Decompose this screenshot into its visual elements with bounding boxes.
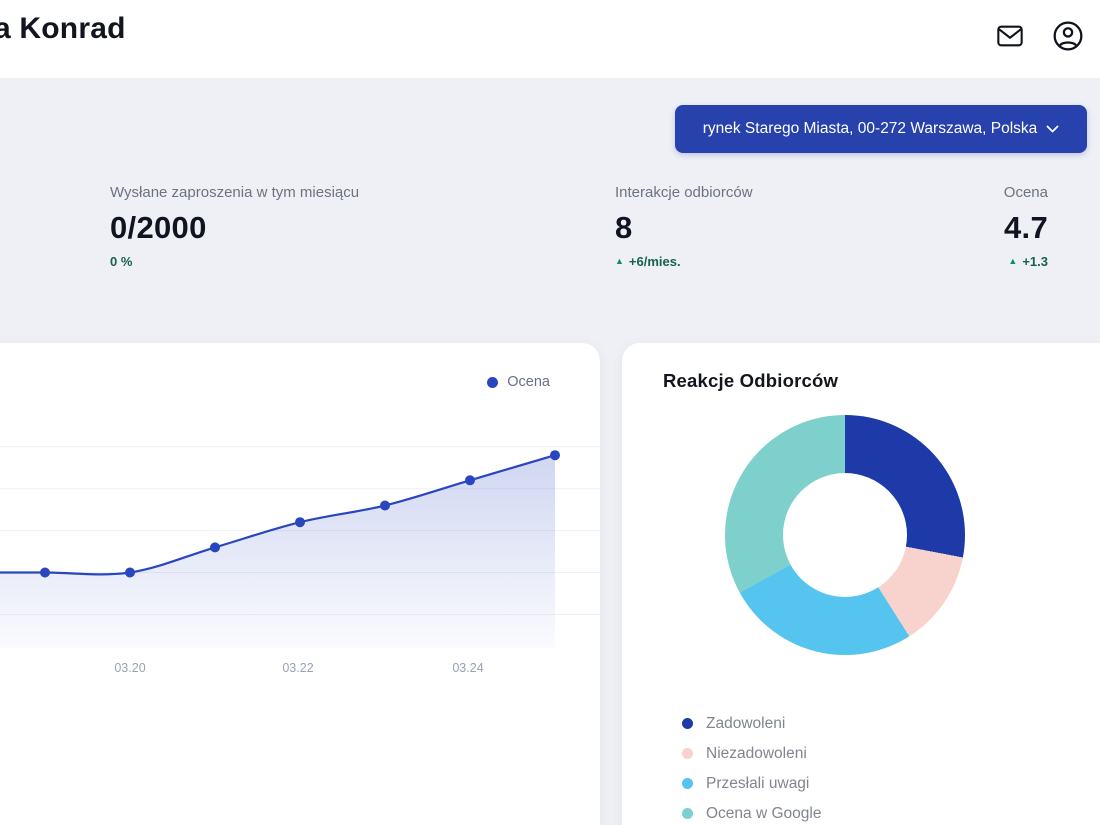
location-selector[interactable]: rynek Starego Miasta, 00-272 Warszawa, P… <box>675 105 1087 153</box>
stat-invites: Wysłane zaproszenia w tym miesiącu 0/200… <box>110 184 359 269</box>
legend-item: Ocena w Google <box>682 804 821 823</box>
stat-invites-delta: 0 % <box>110 254 359 269</box>
rating-trend-card: Ocena 03.20 03.22 03.24 <box>0 343 600 825</box>
stat-invites-delta-text: 0 % <box>110 254 133 269</box>
reactions-card: Reakcje Odbiorców Zadowoleni Niezadowole… <box>622 343 1100 825</box>
dashboard-page: a Konrad rynek Starego Miasta, 00-272 Wa… <box>0 0 1100 825</box>
trend-up-icon: ▲ <box>615 256 624 266</box>
legend-label: Ocena w Google <box>706 805 822 822</box>
header-actions <box>994 18 1086 54</box>
stat-interactions-value: 8 <box>615 210 633 245</box>
x-axis-tick: 03.22 <box>282 661 314 675</box>
stat-invites-value: 0/2000 <box>110 210 207 245</box>
stat-invites-label: Wysłane zaproszenia w tym miesiącu <box>110 184 360 201</box>
x-axis-tick: 03.24 <box>452 661 484 675</box>
messages-button[interactable] <box>994 20 1026 52</box>
legend-label: Niezadowoleni <box>706 745 807 762</box>
stat-rating: Ocena 4.7 ▲ +1.3 <box>1004 184 1048 269</box>
stat-interactions: Interakcje odbiorców 8 ▲ +6/mies. <box>615 184 753 269</box>
stat-rating-label: Ocena <box>1003 184 1048 201</box>
stat-interactions-label: Interakcje odbiorców <box>615 184 753 201</box>
legend-item: Przesłali uwagi <box>682 774 821 793</box>
page-greeting: a Konrad <box>0 12 126 45</box>
legend-item: Niezadowoleni <box>682 744 821 763</box>
legend-label: Przesłali uwagi <box>706 775 810 792</box>
legend-item: Zadowoleni <box>682 714 821 733</box>
donut-legend: Zadowoleni Niezadowoleni Przesłali uwagi… <box>682 714 821 823</box>
rating-line-chart <box>0 446 600 648</box>
legend-dot-icon <box>682 748 693 759</box>
legend-dot-icon <box>682 808 693 819</box>
stat-rating-delta: ▲ +1.3 <box>1004 254 1048 269</box>
stat-rating-value: 4.7 <box>1004 210 1048 245</box>
account-button[interactable] <box>1050 18 1086 54</box>
stat-interactions-delta-text: +6/mies. <box>628 254 681 269</box>
location-label: rynek Starego Miasta, 00-272 Warszawa, P… <box>702 120 1038 137</box>
x-axis-tick: 03.20 <box>114 661 146 675</box>
trend-up-icon: ▲ <box>1008 256 1018 266</box>
top-bar: a Konrad <box>0 0 1100 78</box>
reactions-donut-chart <box>725 415 965 655</box>
stat-rating-delta-text: +1.3 <box>1022 254 1048 269</box>
legend-dot-icon <box>682 718 693 729</box>
legend-label: Zadowoleni <box>706 715 786 732</box>
stat-interactions-delta: ▲ +6/mies. <box>615 254 753 269</box>
mail-icon <box>996 22 1024 50</box>
card-title: Reakcje Odbiorców <box>663 370 839 391</box>
legend-dot-icon <box>682 778 693 789</box>
user-account-icon <box>1052 20 1084 52</box>
chevron-down-icon <box>1046 125 1059 133</box>
